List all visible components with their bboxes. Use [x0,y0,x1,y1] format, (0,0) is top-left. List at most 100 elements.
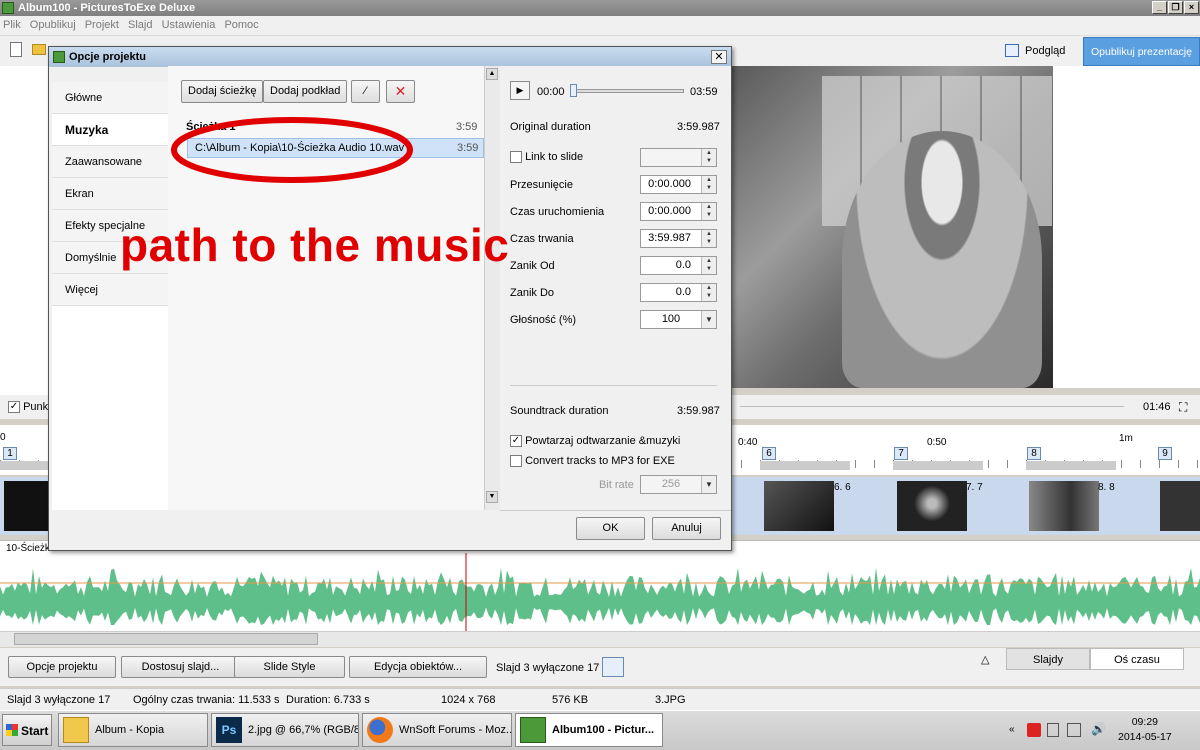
fade-in-label: Zanik Od [510,260,555,272]
fade-in-input[interactable]: 0.0 ▲ ▼ [640,256,717,275]
punkt-checkbox[interactable]: ✓ Punkt [8,400,51,414]
edit-wand-icon[interactable]: ⁄ [351,80,380,103]
menu-help[interactable]: Pomoc [221,16,261,34]
spinner-arrows-icon[interactable]: ▲ ▼ [701,203,716,220]
task-explorer[interactable]: Album - Kopia [58,713,208,747]
slide-marker-1[interactable]: 1 [3,447,17,460]
dialog-close-icon[interactable]: ✕ [711,50,727,64]
slide-style-button[interactable]: Slide Style [234,656,345,678]
customize-slide-button[interactable]: Dostosuj slajd... [121,656,240,678]
close-icon[interactable]: × [1184,1,1199,14]
restore-icon[interactable]: ❐ [1168,1,1183,14]
delete-x-icon[interactable]: ✕ [386,80,415,103]
menu-settings[interactable]: Ustawienia [159,16,219,34]
task-photoshop[interactable]: Ps 2.jpg @ 66,7% (RGB/8) [211,713,359,747]
slide-thumbnail[interactable] [1029,481,1099,531]
slide-frame-icon[interactable] [602,657,624,677]
menu-publish[interactable]: Opublikuj [27,16,79,34]
task-firefox[interactable]: WnSoft Forums - Moz... [362,713,512,747]
nav-music[interactable]: Muzyka [52,114,168,146]
slide-thumbnail[interactable] [4,481,48,531]
menu-slide[interactable]: Slajd [125,16,155,34]
track-file-row[interactable]: C:\Album - Kopia\10-Ścieżka Audio 10.wav [187,138,484,158]
collapse-up-icon[interactable]: △ [981,653,989,666]
open-folder-icon[interactable] [32,44,46,55]
link-to-slide-spinner[interactable]: ▲ ▼ [640,148,717,167]
duration-value: 3:59.987 [648,232,691,244]
task-label: 2.jpg @ 66,7% (RGB/8) [248,724,359,736]
menu-project[interactable]: Projekt [82,16,122,34]
slide-marker-6[interactable]: 6 [762,447,776,460]
chevron-down-icon[interactable]: ▼ [701,311,716,328]
tray-volume-icon[interactable]: 🔊 [1091,722,1106,736]
nav-advanced[interactable]: Zaawansowane [52,146,168,178]
thumb-label-8: 8. 8 [1098,482,1115,493]
chevron-down-icon[interactable]: ▼ [701,476,716,493]
elderly-woman-figure [842,131,1042,388]
publish-button[interactable]: Opublikuj prezentację [1083,37,1200,66]
waveform-graphic [0,553,1200,631]
slide-marker-8[interactable]: 8 [1027,447,1041,460]
repeat-music-checkbox[interactable]: ✓ Powtarzaj odtwarzanie &muzyki [510,435,680,448]
start-time-input[interactable]: 0:00.000 ▲ ▼ [640,202,717,221]
app-icon [2,2,14,14]
spinner-arrows-icon[interactable]: ▲ ▼ [701,257,716,274]
cancel-button[interactable]: Anuluj [652,517,721,540]
menu-file[interactable]: Plik [0,16,24,34]
scrollbar-thumb[interactable] [14,633,318,645]
slide-thumbnail[interactable] [1160,481,1200,531]
tray-clipboard-icon[interactable] [1047,723,1059,737]
soundtrack-duration-label: Soundtrack duration [510,405,609,417]
spinner-arrows-icon[interactable]: ▲ ▼ [701,176,716,193]
tab-timeline[interactable]: Oś czasu [1090,648,1184,670]
add-background-button[interactable]: Dodaj podkład [263,80,348,103]
edit-objects-button[interactable]: Edycja obiektów... [349,656,487,678]
playback-slider[interactable] [570,89,684,93]
add-track-button[interactable]: Dodaj ścieżkę [181,80,264,103]
tray-network-icon[interactable] [1067,723,1081,737]
task-picturestoexe[interactable]: Album100 - Pictur... [515,713,663,747]
new-file-icon[interactable] [10,42,22,57]
spinner-arrows-icon[interactable]: ▲ ▼ [701,284,716,301]
fade-out-input[interactable]: 0.0 ▲ ▼ [640,283,717,302]
duration-input[interactable]: 3:59.987 ▲ ▼ [640,229,717,248]
start-button[interactable]: Start [2,714,52,746]
tray-expand-icon[interactable]: « [1009,724,1015,735]
spinner-arrows-icon[interactable]: ▲ ▼ [701,230,716,247]
scroll-down-icon[interactable]: ▼ [486,491,498,503]
slide-tree-pane[interactable] [0,66,48,396]
slide-marker-7[interactable]: 7 [894,447,908,460]
minimize-icon[interactable]: _ [1152,1,1167,14]
play-icon[interactable]: ▶ [510,81,530,100]
slide-marker-9[interactable]: 9 [1158,447,1172,460]
nav-more[interactable]: Więcej [52,274,168,306]
windows-logo-icon [6,724,18,736]
slide-thumbnail[interactable] [897,481,967,531]
tray-app-icon[interactable] [1027,723,1041,737]
bitrate-value: 256 [661,478,681,490]
nav-screen[interactable]: Ekran [52,178,168,210]
project-options-button[interactable]: Opcje projektu [8,656,116,678]
preview-button[interactable]: Podgląd [1003,40,1065,62]
status-size: 576 KB [552,694,589,706]
nav-main[interactable]: Główne [52,82,168,114]
volume-value: 100 [661,313,681,325]
playback-slider-thumb[interactable] [570,84,577,97]
volume-select[interactable]: 100 ▼ [640,310,717,329]
spinner-arrows-icon[interactable]: ▲ ▼ [701,149,716,166]
scroll-up-icon[interactable]: ▲ [486,68,498,80]
tab-slides[interactable]: Slajdy [1006,648,1090,670]
offset-input[interactable]: 0:00.000 ▲ ▼ [640,175,717,194]
fullscreen-icon[interactable]: ⛶ [1179,400,1187,415]
link-to-slide-checkbox[interactable]: Link to slide [510,151,583,164]
menubar: Plik Opublikuj Projekt Slajd Ustawienia … [0,16,1200,36]
punkt-label: Punkt [23,401,52,413]
dialog-vertical-scrollbar[interactable] [484,66,500,510]
clock[interactable]: 09:29 2014-05-17 [1118,715,1172,745]
timeline-zoom-track[interactable] [740,406,1124,407]
slide-thumbnail[interactable] [764,481,834,531]
convert-mp3-checkbox[interactable]: Convert tracks to MP3 for EXE [510,455,675,468]
audio-waveform[interactable] [0,553,1200,631]
bitrate-select[interactable]: 256 ▼ [640,475,717,494]
ok-button[interactable]: OK [576,517,645,540]
